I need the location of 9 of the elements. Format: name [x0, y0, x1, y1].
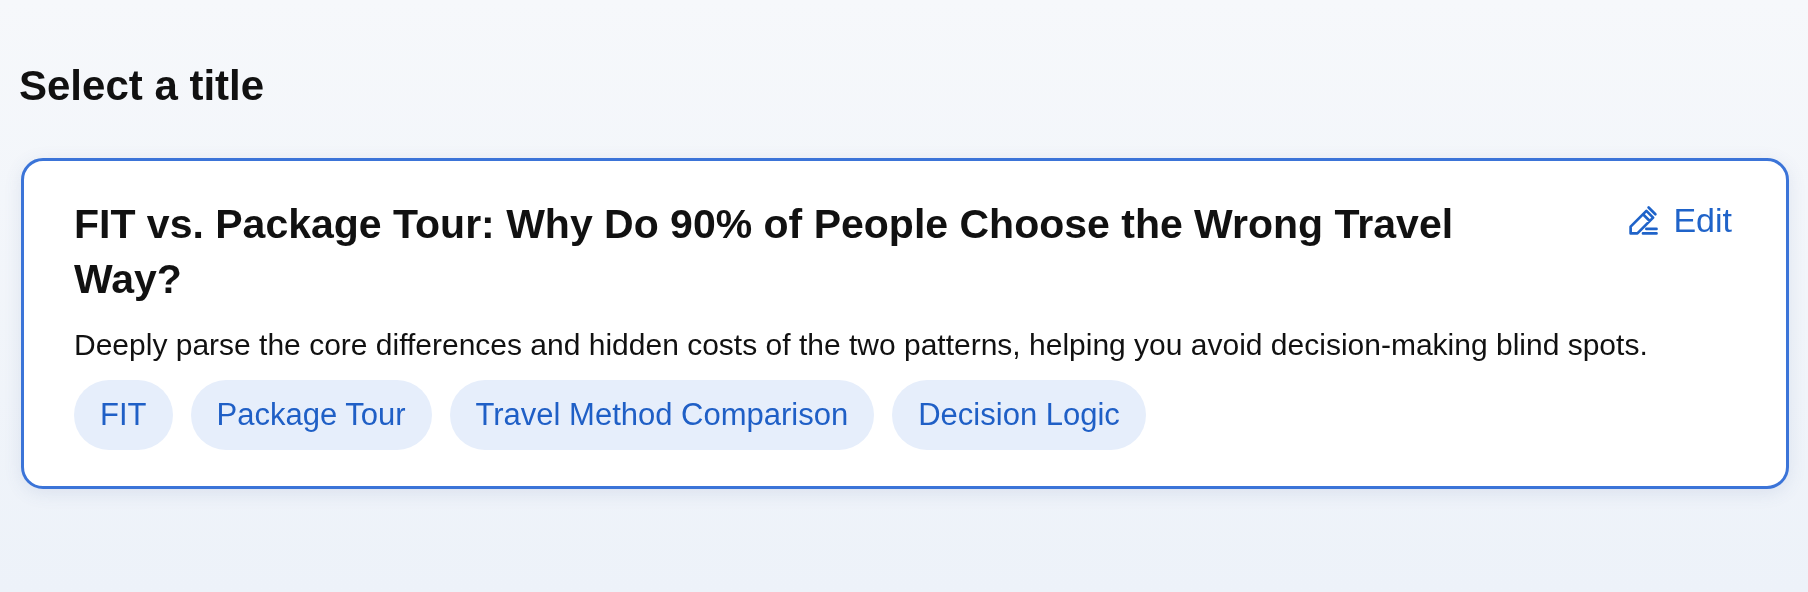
title-text: FIT vs. Package Tour: Why Do 90% of People Choose the Wrong Travel Way?	[74, 200, 1455, 304]
keyword-tag: FIT	[74, 380, 173, 450]
title-description: Deeply parse the core differences and hidden costs of the two patterns, helping you avoid decision-making blind spots.	[74, 327, 1649, 363]
keyword-tag: Travel Method Comparison	[449, 380, 875, 450]
page-heading: Select a title	[19, 61, 266, 111]
title-option-card[interactable]	[21, 158, 1789, 489]
keyword-tag: Decision Logic	[892, 380, 1146, 450]
keyword-tag: Package Tour	[190, 380, 432, 450]
edit-button[interactable]: Edit	[1625, 201, 1732, 240]
